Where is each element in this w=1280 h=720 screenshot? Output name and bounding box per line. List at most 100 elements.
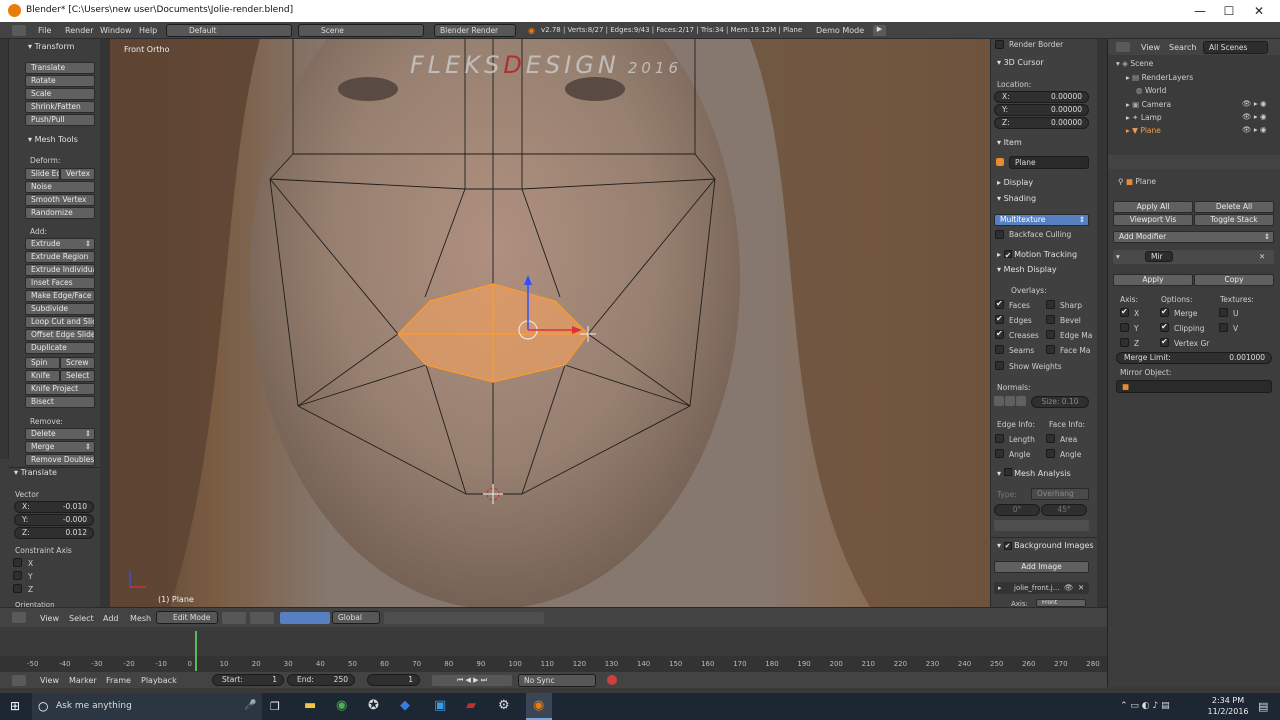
slide-edge-button[interactable]: Slide Ed	[25, 168, 60, 180]
merge-checkbox[interactable]	[1160, 307, 1169, 317]
start-frame-field[interactable]: Start: 1	[212, 674, 284, 686]
viewport-shading-dropdown[interactable]	[222, 612, 246, 624]
smooth-vertex-button[interactable]: Smooth Vertex	[25, 194, 95, 206]
properties-tabs[interactable]	[1108, 155, 1280, 169]
creases-checkbox[interactable]	[995, 329, 1004, 339]
tl-menu-playback[interactable]: Playback	[141, 676, 177, 685]
offset-edge-slide-button[interactable]: Offset Edge Slide	[25, 329, 95, 341]
eye-icon[interactable]: 👁	[1064, 583, 1074, 592]
vector-z-field[interactable]: Z: 0.012	[14, 527, 94, 539]
current-frame-indicator[interactable]	[195, 631, 197, 671]
menu-render[interactable]: Render	[65, 26, 93, 35]
knife-select-button[interactable]: Select	[60, 370, 95, 382]
bg-axis-dropdown[interactable]: Front	[1036, 599, 1086, 607]
item-panel-header[interactable]: ▾ Item	[997, 138, 1022, 147]
seams-checkbox[interactable]	[995, 345, 1004, 354]
item-name-field[interactable]: Plane	[1009, 156, 1089, 169]
system-tray-icons[interactable]: ⌃ ▭ ◐ ♪ ▤	[1120, 701, 1170, 711]
outliner-item-camera[interactable]: ▸ ▣ Camera	[1126, 100, 1171, 109]
app-icon[interactable]: ◆	[400, 698, 410, 713]
apply-all-button[interactable]: Apply All	[1113, 201, 1193, 213]
shading-panel-header[interactable]: ▾ Shading	[997, 194, 1036, 203]
3d-cursor-panel-header[interactable]: ▾ 3D Cursor	[997, 58, 1044, 67]
randomize-button[interactable]: Randomize	[25, 207, 95, 219]
cortana-search-box[interactable]: ○ Ask me anything 🎤	[32, 693, 262, 720]
last-operator-header[interactable]: ▾ Translate	[14, 468, 57, 477]
faces-checkbox[interactable]	[995, 299, 1004, 309]
backface-culling-checkbox[interactable]	[995, 230, 1004, 239]
mirror-y-checkbox[interactable]	[1120, 323, 1129, 332]
add-image-button[interactable]: Add Image	[994, 561, 1089, 573]
mode-selector[interactable]: Edit Mode	[156, 611, 218, 624]
outliner-item-renderlayers[interactable]: ▸ ▤ RenderLayers	[1126, 73, 1193, 82]
analysis-max-field[interactable]: 45°	[1041, 504, 1087, 516]
mirror-z-checkbox[interactable]	[1120, 338, 1129, 347]
sharp-checkbox[interactable]	[1046, 300, 1055, 309]
duplicate-button[interactable]: Duplicate	[25, 342, 95, 354]
modifier-name-field[interactable]: Mir	[1145, 251, 1173, 262]
minimize-icon[interactable]: —	[1185, 2, 1215, 20]
constraint-x-checkbox[interactable]	[13, 558, 22, 567]
edge-angle-checkbox[interactable]	[995, 449, 1004, 458]
edges-checkbox[interactable]	[995, 314, 1004, 324]
tool-shelf-scrollbar[interactable]	[100, 39, 110, 607]
background-images-panel-header[interactable]: ▾ ✔ Background Images	[997, 541, 1094, 550]
close-icon[interactable]: ✕	[1244, 2, 1274, 20]
scene-selector[interactable]: Scene	[298, 24, 424, 37]
face-marks-checkbox[interactable]	[1046, 345, 1055, 354]
delete-dropdown[interactable]: Delete ⇕	[25, 428, 95, 440]
knife-project-button[interactable]: Knife Project	[25, 383, 95, 395]
constraint-y-checkbox[interactable]	[13, 571, 22, 580]
loop-cut-slide-button[interactable]: Loop Cut and Slide	[25, 316, 95, 328]
delete-all-button[interactable]: Delete All	[1194, 201, 1274, 213]
vector-x-field[interactable]: X: -0.010	[14, 501, 94, 513]
app-icon[interactable]: ⚙	[498, 698, 510, 713]
face-normals-icon[interactable]	[1016, 396, 1026, 406]
timeline[interactable]: -50 -40 -30 -20 -10 0 10 20 30 40 50 60 70 80 90 100 110…	[0, 627, 1107, 672]
manipulator-buttons[interactable]	[280, 612, 330, 624]
modifier-apply-button[interactable]: Apply	[1113, 274, 1193, 286]
vertex-groups-checkbox[interactable]	[1160, 337, 1169, 347]
render-engine-selector[interactable]: Blender Render	[434, 24, 516, 37]
mirror-modifier-header[interactable]: ▾ Mir ✕	[1113, 250, 1274, 264]
mesh-analysis-checkbox[interactable]	[1003, 468, 1012, 476]
remove-doubles-button[interactable]: Remove Doubles	[25, 454, 95, 466]
pivot-dropdown[interactable]	[250, 612, 274, 624]
outliner-item-scene[interactable]: ▾ ◈ Scene	[1116, 59, 1153, 68]
analysis-axis-buttons[interactable]	[994, 520, 1089, 531]
transform-orientation-dropdown[interactable]: Global	[332, 611, 380, 624]
outliner-filter-dropdown[interactable]: All Scenes	[1203, 41, 1268, 54]
file-explorer-icon[interactable]: ▬	[304, 698, 316, 713]
bevel-checkbox[interactable]	[1046, 315, 1055, 324]
mesh-display-panel-header[interactable]: ▾ Mesh Display	[997, 265, 1057, 274]
push-pull-button[interactable]: Push/Pull	[25, 114, 95, 126]
3d-viewport[interactable]: Front Ortho FLEKSDESIGN 2016 (1) Plane	[110, 39, 990, 607]
bisect-button[interactable]: Bisect	[25, 396, 95, 408]
mirror-x-checkbox[interactable]	[1120, 307, 1129, 317]
tl-menu-frame[interactable]: Frame	[106, 676, 131, 685]
visibility-icons[interactable]: 👁 ▸ ◉	[1242, 112, 1267, 121]
menu-window[interactable]: Window	[100, 26, 132, 35]
viewport-editor-icon[interactable]	[12, 612, 26, 623]
knife-button[interactable]: Knife	[25, 370, 60, 382]
edge-length-checkbox[interactable]	[995, 434, 1004, 443]
record-icon[interactable]	[607, 675, 617, 685]
maximize-icon[interactable]: ☐	[1214, 2, 1244, 20]
mirror-u-checkbox[interactable]	[1219, 308, 1228, 317]
noise-button[interactable]: Noise	[25, 181, 95, 193]
blender-taskbar-button[interactable]: ◉	[526, 693, 552, 720]
outliner-item-lamp[interactable]: ▸ ✦ Lamp	[1126, 113, 1162, 122]
subdivide-button[interactable]: Subdivide	[25, 303, 95, 315]
render-border-checkbox[interactable]	[995, 40, 1004, 49]
visibility-icons[interactable]: 👁 ▸ ◉	[1242, 99, 1267, 108]
vector-y-field[interactable]: Y: -0.000	[14, 514, 94, 526]
screw-button[interactable]: Screw	[60, 357, 95, 369]
edge-marks-checkbox[interactable]	[1046, 330, 1055, 339]
extrude-dropdown[interactable]: Extrude ⇕	[25, 238, 95, 250]
translate-button[interactable]: Translate	[25, 62, 95, 74]
mirror-v-checkbox[interactable]	[1219, 323, 1228, 332]
vp-menu-add[interactable]: Add	[103, 614, 119, 623]
visibility-icons[interactable]: 👁 ▸ ◉	[1242, 125, 1267, 134]
cursor-y-field[interactable]: Y: 0.00000	[994, 104, 1089, 116]
vertex-normals-icon[interactable]	[994, 396, 1004, 406]
